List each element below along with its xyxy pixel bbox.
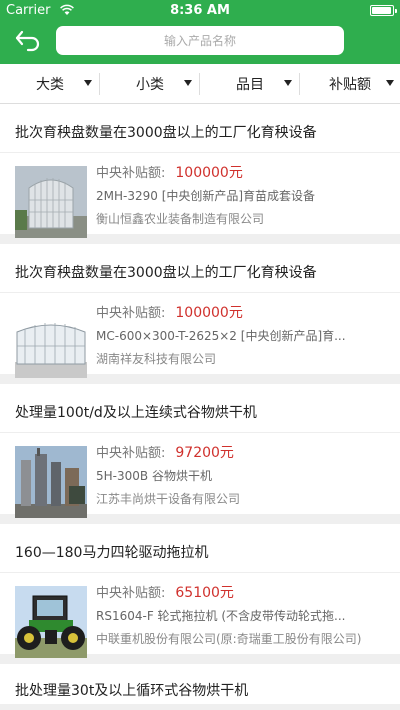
product-list: 批次育秧盘数量在3000盘以上的工厂化育秧设备 中央补贴额: 100000元 2M… <box>0 104 400 704</box>
product-title: 160—180马力四轮驱动拖拉机 <box>15 545 209 561</box>
status-bar: Carrier 8:36 AM <box>0 0 400 22</box>
product-title: 处理量100t/d及以上连续式谷物烘干机 <box>15 405 257 421</box>
subsidy-amount: 100000元 <box>175 165 243 181</box>
app-header: Carrier 8:36 AM <box>0 0 400 64</box>
company-name: 湖南祥友科技有限公司 <box>96 352 217 366</box>
company-name: 衡山恒鑫农业装备制造有限公司 <box>96 212 265 226</box>
divider <box>0 292 400 293</box>
clock: 8:36 AM <box>170 3 230 18</box>
subsidy-row: 中央补贴额: 97200元 <box>96 442 396 464</box>
filter-bar: 大类 小类 品目 补贴额 <box>0 64 400 104</box>
company-name: 中联重机股份有限公司(原:奇瑞重工股份有限公司) <box>96 632 362 646</box>
product-info: 中央补贴额: 100000元 2MH-3290 [中央创新产品]育苗成套设备 衡山… <box>96 162 396 230</box>
filter-category[interactable]: 大类 <box>0 64 100 103</box>
product-info: 中央补贴额: 65100元 RS1604-F 轮式拖拉机 (不含皮带传动轮式拖..… <box>96 582 396 650</box>
filter-category-label: 大类 <box>36 76 64 93</box>
caret-down-icon <box>284 80 292 86</box>
back-arrow-icon[interactable] <box>14 29 42 53</box>
subsidy-amount: 100000元 <box>175 305 243 321</box>
tractor-image <box>15 586 87 658</box>
grain-dryer-image <box>15 446 87 518</box>
list-item[interactable]: 批处理量30t及以上循环式谷物烘干机 <box>0 664 400 704</box>
product-info: 中央补贴额: 100000元 MC-600×300-T-2625×2 [中央创新产… <box>96 302 396 370</box>
product-model: RS1604-F 轮式拖拉机 (不含皮带传动轮式拖... <box>96 609 346 623</box>
filter-subsidy[interactable]: 补贴额 <box>300 64 400 103</box>
caret-down-icon <box>84 80 92 86</box>
divider <box>0 152 400 153</box>
filter-item-label: 品目 <box>236 76 264 93</box>
subsidy-row: 中央补贴额: 65100元 <box>96 582 396 604</box>
subsidy-row: 中央补贴额: 100000元 <box>96 302 396 324</box>
caret-down-icon <box>184 80 192 86</box>
list-item[interactable]: 批次育秧盘数量在3000盘以上的工厂化育秧设备 中央补贴额: 100000元 2M… <box>0 104 400 238</box>
subsidy-label: 中央补贴额: <box>96 306 166 321</box>
filter-subsidy-label: 补贴额 <box>329 76 371 93</box>
caret-down-icon <box>386 80 394 86</box>
product-model: MC-600×300-T-2625×2 [中央创新产品]育... <box>96 329 346 343</box>
divider <box>0 572 400 573</box>
divider <box>0 432 400 433</box>
filter-subcategory-label: 小类 <box>136 76 164 93</box>
company-name: 江苏丰尚烘干设备有限公司 <box>96 492 241 506</box>
search-input[interactable] <box>56 26 344 55</box>
product-model: 2MH-3290 [中央创新产品]育苗成套设备 <box>96 189 316 203</box>
greenhouse-image <box>15 166 87 238</box>
list-item[interactable]: 处理量100t/d及以上连续式谷物烘干机 中央补贴额: 97200元 5H-300… <box>0 384 400 518</box>
greenhouse-image <box>15 306 87 378</box>
subsidy-label: 中央补贴额: <box>96 586 166 601</box>
subsidy-label: 中央补贴额: <box>96 166 166 181</box>
filter-item[interactable]: 品目 <box>200 64 300 103</box>
filter-subcategory[interactable]: 小类 <box>100 64 200 103</box>
product-title: 批处理量30t及以上循环式谷物烘干机 <box>15 683 249 699</box>
product-info: 中央补贴额: 97200元 5H-300B 谷物烘干机 江苏丰尚烘干设备有限公司 <box>96 442 396 510</box>
list-item[interactable]: 160—180马力四轮驱动拖拉机 中央补贴额: 65100元 RS1604-F 轮… <box>0 524 400 658</box>
product-model: 5H-300B 谷物烘干机 <box>96 469 212 483</box>
subsidy-amount: 97200元 <box>175 445 234 461</box>
list-item[interactable]: 批次育秧盘数量在3000盘以上的工厂化育秧设备 中央补贴额: 100000元 MC… <box>0 244 400 378</box>
subsidy-label: 中央补贴额: <box>96 446 166 461</box>
product-title: 批次育秧盘数量在3000盘以上的工厂化育秧设备 <box>15 125 317 141</box>
subsidy-amount: 65100元 <box>175 585 234 601</box>
battery-icon <box>370 5 397 16</box>
subsidy-row: 中央补贴额: 100000元 <box>96 162 396 184</box>
product-title: 批次育秧盘数量在3000盘以上的工厂化育秧设备 <box>15 265 317 281</box>
